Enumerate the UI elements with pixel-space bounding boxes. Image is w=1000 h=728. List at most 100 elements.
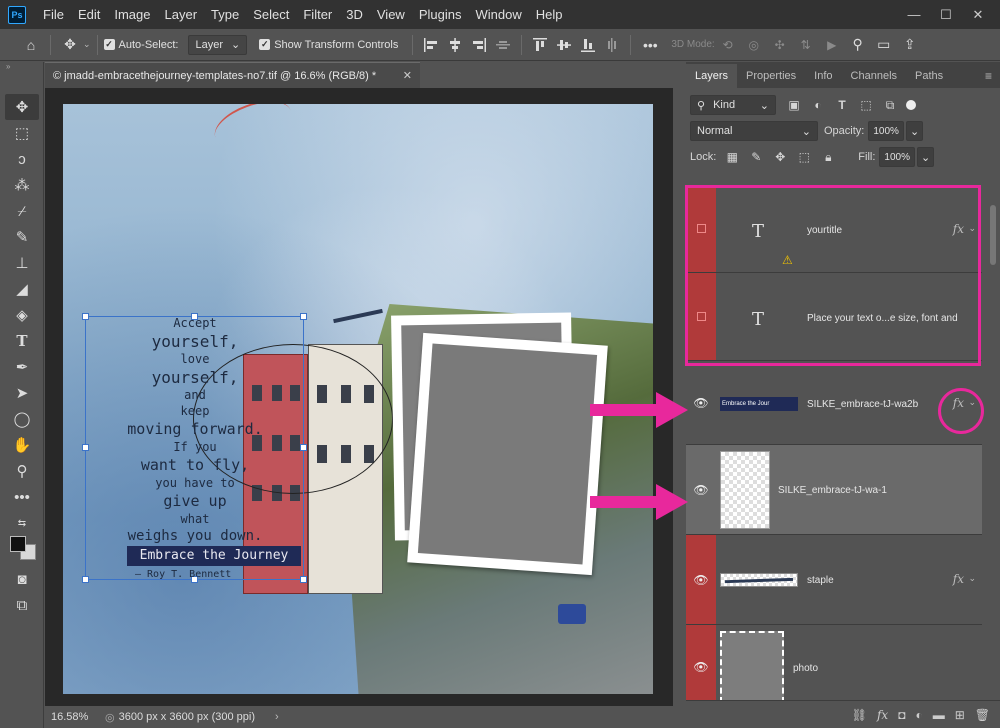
brush-tool-icon[interactable]: ✎ — [5, 224, 39, 250]
menu-3d[interactable]: 3D — [339, 0, 370, 29]
filter-kind-dropdown[interactable]: ⚲ Kind ⌄ — [690, 95, 776, 115]
home-icon[interactable]: ⌂ — [18, 32, 44, 58]
workspace-icon[interactable]: ▭ — [871, 32, 897, 58]
align-middle-icon[interactable] — [554, 35, 574, 55]
visibility-toggle[interactable]: 👁︎ — [686, 445, 716, 534]
lock-position-icon[interactable]: ✥ — [770, 147, 790, 167]
eraser-tool-icon[interactable]: ◢ — [5, 276, 39, 302]
menu-window[interactable]: Window — [468, 0, 528, 29]
screen-mode-icon[interactable]: ⧉ — [5, 592, 39, 618]
roll-3d-icon[interactable]: ◎ — [741, 32, 767, 58]
lock-artboard-icon[interactable]: ⬚ — [794, 147, 814, 167]
link-layers-icon[interactable]: ⛓︎ — [852, 708, 867, 722]
pen-tool-icon[interactable]: ✒ — [5, 354, 39, 380]
menu-filter[interactable]: Filter — [296, 0, 339, 29]
layer-name[interactable]: photo — [793, 663, 818, 674]
ellipse-tool-icon[interactable]: ◯ — [5, 406, 39, 432]
layer-name[interactable]: staple — [807, 575, 834, 586]
drag-3d-icon[interactable]: ✣ — [767, 32, 793, 58]
tab-layers[interactable]: Layers — [686, 64, 738, 88]
lock-all-icon[interactable]: 🔒︎ — [818, 147, 838, 167]
chevron-down-icon[interactable]: ⌄ — [905, 121, 924, 141]
hand-tool-icon[interactable]: ✋ — [5, 432, 39, 458]
align-right-icon[interactable] — [469, 35, 489, 55]
fx-icon[interactable]: fx — [953, 572, 964, 586]
menu-select[interactable]: Select — [246, 0, 296, 29]
tab-info[interactable]: Info — [805, 64, 841, 88]
slide-3d-icon[interactable]: ⇅ — [793, 32, 819, 58]
menu-layer[interactable]: Layer — [158, 0, 205, 29]
align-bottom-icon[interactable] — [578, 35, 598, 55]
layer-row[interactable]: 👁︎ Embrace the Jour SILKE_embrace-tJ-wa2… — [686, 361, 982, 445]
tab-properties[interactable]: Properties — [737, 64, 805, 88]
menu-edit[interactable]: Edit — [71, 0, 107, 29]
layer-row[interactable]: 👁︎ staple fx ⌄ — [686, 535, 982, 625]
layer-name[interactable]: SILKE_embrace-tJ-wa-1 — [778, 485, 887, 496]
distribute-icon[interactable] — [493, 35, 513, 55]
tab-paths[interactable]: Paths — [906, 64, 952, 88]
distribute-vertical-icon[interactable] — [602, 35, 622, 55]
lock-transparent-icon[interactable]: ▦ — [722, 147, 742, 167]
chevron-down-icon[interactable]: ⌄ — [83, 39, 91, 50]
search-icon[interactable]: ⚲ — [845, 32, 871, 58]
lasso-tool-icon[interactable]: ↄ — [5, 146, 39, 172]
video-camera-icon[interactable]: ▶ — [819, 32, 845, 58]
align-center-icon[interactable] — [445, 35, 465, 55]
menu-plugins[interactable]: Plugins — [412, 0, 469, 29]
filter-pixel-icon[interactable]: ▣ — [784, 95, 804, 115]
tab-channels[interactable]: Channels — [842, 64, 906, 88]
auto-select-checkbox[interactable]: ✓ Auto-Select: — [103, 39, 178, 51]
marquee-tool-icon[interactable]: ⬚ — [5, 120, 39, 146]
adjustment-layer-icon[interactable]: ◐ — [915, 708, 922, 722]
filter-adjustment-icon[interactable]: ◐ — [808, 95, 828, 115]
menu-type[interactable]: Type — [204, 0, 246, 29]
fill-field[interactable]: 100% — [879, 147, 915, 167]
new-group-icon[interactable]: ▬ — [933, 708, 945, 722]
blend-mode-dropdown[interactable]: Normal ⌄ — [690, 121, 818, 141]
quick-mask-icon[interactable]: ◙ — [5, 566, 39, 592]
layer-row[interactable]: 👁︎ photo — [686, 625, 982, 700]
zoom-level[interactable]: 16.58% — [51, 711, 95, 723]
layer-row-selected[interactable]: 👁︎ SILKE_embrace-tJ-wa-1 — [686, 445, 982, 535]
stamp-tool-icon[interactable]: ⊥ — [5, 250, 39, 276]
visibility-toggle[interactable]: 👁︎ — [686, 535, 716, 624]
menu-view[interactable]: View — [370, 0, 412, 29]
delete-layer-icon[interactable]: 🗑︎ — [975, 708, 990, 722]
path-selection-tool-icon[interactable]: ➤ — [5, 380, 39, 406]
collapse-icon[interactable]: » — [0, 62, 43, 72]
swap-colors-icon[interactable]: ⇆ — [5, 510, 39, 536]
layer-name[interactable]: SILKE_embrace-tJ-wa2b — [807, 399, 918, 410]
align-left-icon[interactable] — [421, 35, 441, 55]
chevron-down-icon[interactable]: ⌄ — [916, 147, 935, 167]
close-button[interactable]: ✕ — [962, 4, 994, 26]
opacity-field[interactable]: 100% — [868, 121, 904, 141]
auto-select-dropdown[interactable]: Layer ⌄ — [188, 34, 248, 55]
visibility-toggle[interactable]: 👁︎ — [686, 625, 716, 700]
lock-image-icon[interactable]: ✎ — [746, 147, 766, 167]
more-options-icon[interactable]: ••• — [637, 32, 663, 58]
align-top-icon[interactable] — [530, 35, 550, 55]
paint-bucket-tool-icon[interactable]: ◈ — [5, 302, 39, 328]
move-tool-preset-icon[interactable]: ✥ — [57, 32, 83, 58]
share-icon[interactable]: ⇪ — [897, 32, 923, 58]
transform-handle[interactable] — [82, 576, 89, 583]
menu-help[interactable]: Help — [529, 0, 570, 29]
move-tool-icon[interactable]: ✥ — [5, 94, 39, 120]
filter-toggle-icon[interactable] — [906, 100, 916, 110]
filter-smart-object-icon[interactable]: ⧉ — [880, 95, 900, 115]
transform-handle[interactable] — [300, 576, 307, 583]
maximize-button[interactable]: ☐ — [930, 4, 962, 26]
filter-shape-icon[interactable]: ⬚ — [856, 95, 876, 115]
type-tool-icon[interactable]: T — [5, 328, 39, 354]
minimize-button[interactable]: ― — [898, 4, 930, 26]
menu-file[interactable]: File — [36, 0, 71, 29]
color-swatches[interactable] — [0, 536, 43, 566]
chevron-right-icon[interactable]: › — [275, 711, 279, 723]
layer-list-scrollbar[interactable] — [990, 205, 996, 265]
add-mask-icon[interactable]: ◘ — [898, 708, 905, 722]
panel-menu-icon[interactable]: ≡ — [985, 64, 992, 88]
visibility-toggle[interactable]: 👁︎ — [686, 361, 716, 444]
new-layer-icon[interactable]: ⊞ — [955, 708, 965, 722]
menu-image[interactable]: Image — [107, 0, 157, 29]
foreground-color-swatch[interactable] — [10, 536, 26, 552]
